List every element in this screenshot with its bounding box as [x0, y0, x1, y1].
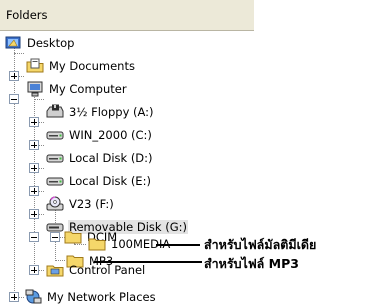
folders-title: Folders	[6, 8, 48, 22]
folder-tree: Desktop My Documents My Computer 3½ Flop…	[0, 30, 365, 305]
computer-icon	[26, 81, 44, 97]
annotation-mp3: สำหรับไฟล์ MP3	[204, 256, 299, 271]
expand-my-documents-toggle[interactable]	[9, 71, 19, 81]
desktop-icon	[4, 35, 22, 51]
tree-item-win2000[interactable]: WIN_2000 (C:)	[46, 126, 153, 144]
tree-item-label: WIN_2000 (C:)	[69, 128, 152, 142]
annotation-media: สำหรับไฟล์มัลติมีเดีย	[204, 237, 317, 252]
hard-drive-icon	[46, 173, 64, 189]
tree-item-control-panel[interactable]: Control Panel	[46, 261, 146, 279]
annotation-line-media	[156, 244, 200, 246]
removable-disk-icon	[46, 219, 64, 235]
tree-item-label: My Network Places	[47, 290, 156, 304]
tree-item-label: Control Panel	[69, 263, 146, 277]
tree-item-local-d[interactable]: Local Disk (D:)	[46, 149, 154, 167]
network-places-icon	[24, 289, 42, 305]
tree-item-label: My Documents	[49, 59, 135, 73]
folder-documents-icon	[26, 58, 44, 74]
tree-connector	[14, 46, 15, 301]
floppy-drive-icon	[46, 104, 64, 120]
tree-item-v23[interactable]: V23 (F:)	[46, 195, 115, 213]
tree-connector	[14, 53, 24, 54]
tree-item-label: 3½ Floppy (A:)	[69, 105, 154, 119]
expand-floppy-toggle[interactable]	[29, 117, 39, 127]
folder-icon	[88, 236, 106, 252]
expand-local-d-toggle[interactable]	[29, 163, 39, 173]
tree-item-my-documents[interactable]: My Documents	[26, 57, 136, 75]
expand-v23-toggle[interactable]	[29, 209, 39, 219]
control-panel-icon	[46, 262, 64, 278]
cd-drive-icon	[46, 196, 64, 212]
expand-win2000-toggle[interactable]	[29, 140, 39, 150]
expand-local-e-toggle[interactable]	[29, 186, 39, 196]
tree-item-network-places[interactable]: My Network Places	[24, 288, 157, 306]
folders-panel-header: Folders	[0, 0, 254, 31]
hard-drive-icon	[46, 127, 64, 143]
tree-item-label: Local Disk (D:)	[69, 151, 153, 165]
expand-network-toggle[interactable]	[9, 292, 19, 302]
collapse-my-computer-toggle[interactable]	[9, 94, 19, 104]
tree-item-label: V23 (F:)	[69, 197, 114, 211]
annotation-line-mp3	[94, 261, 202, 263]
expand-control-panel-toggle[interactable]	[29, 265, 39, 275]
tree-item-label: Desktop	[27, 36, 75, 50]
collapse-removable-disk-toggle[interactable]	[29, 232, 39, 242]
hard-drive-icon	[46, 150, 64, 166]
tree-item-local-e[interactable]: Local Disk (E:)	[46, 172, 152, 190]
tree-item-floppy[interactable]: 3½ Floppy (A:)	[46, 103, 155, 121]
tree-item-label: Local Disk (E:)	[69, 174, 151, 188]
tree-item-my-computer[interactable]: My Computer	[26, 80, 128, 98]
tree-item-desktop[interactable]: Desktop	[4, 34, 75, 52]
tree-connector	[34, 99, 44, 100]
folder-icon	[64, 229, 82, 245]
tree-item-label: My Computer	[49, 82, 127, 96]
